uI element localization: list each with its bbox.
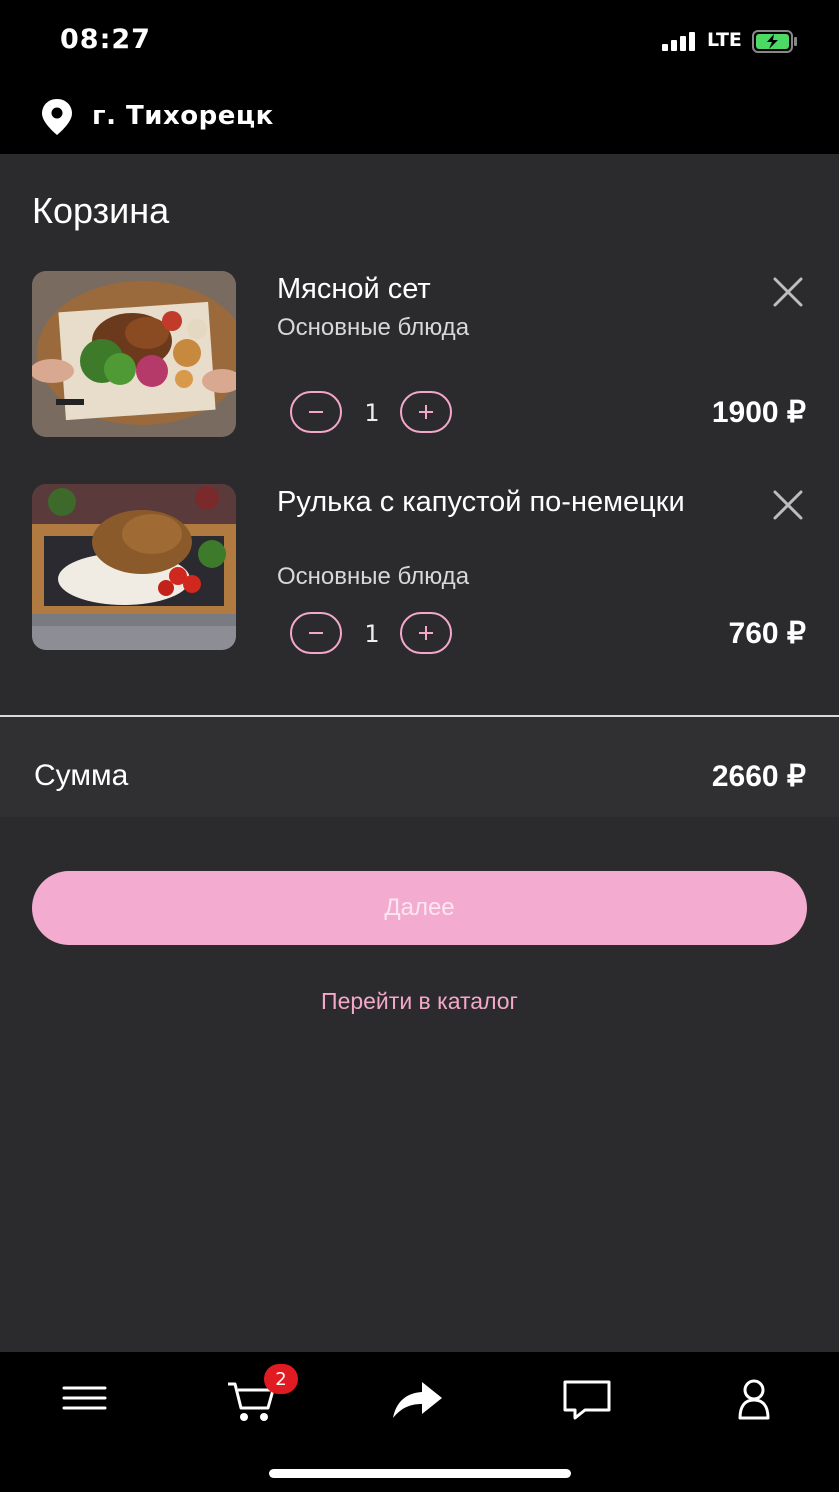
sum-value: 2660 ₽ <box>711 760 806 793</box>
status-time: 08:27 <box>60 24 151 55</box>
close-icon <box>773 277 803 307</box>
menu-icon <box>62 1386 107 1410</box>
location-pin-icon <box>40 98 74 140</box>
decrease-quantity-button[interactable] <box>290 391 342 433</box>
remove-item-button[interactable] <box>770 487 806 523</box>
network-type: LTE <box>707 29 742 51</box>
profile-icon <box>738 1379 770 1420</box>
pork-knuckle-photo <box>32 484 236 650</box>
status-bar: 08:27 LTE <box>0 0 839 82</box>
plus-icon <box>419 626 433 640</box>
chat-icon <box>563 1380 611 1420</box>
item-category: Основные блюда <box>277 314 470 341</box>
signal-icon <box>662 31 702 51</box>
battery-icon <box>752 30 798 53</box>
sum-row: Сумма 2660 ₽ <box>0 717 839 817</box>
decrease-quantity-button[interactable] <box>290 612 342 654</box>
item-quantity: 1 <box>364 399 380 427</box>
increase-quantity-button[interactable] <box>400 612 452 654</box>
next-button[interactable]: Далее <box>32 871 807 945</box>
sum-label: Сумма <box>34 759 129 792</box>
item-category: Основные блюда <box>277 563 470 590</box>
meat-platter-photo <box>32 271 236 437</box>
tab-chat[interactable] <box>557 1368 617 1428</box>
tab-profile[interactable] <box>724 1368 784 1428</box>
item-price: 1900 ₽ <box>711 396 806 429</box>
location-bar[interactable]: г. Тихорецк <box>0 82 839 154</box>
item-price: 760 ₽ <box>728 617 806 650</box>
remove-item-button[interactable] <box>770 274 806 310</box>
cart-item: Рулька с капустой по-немецки Основные бл… <box>0 484 839 684</box>
cart-count-badge: 2 <box>264 1364 298 1394</box>
tab-share[interactable] <box>388 1368 448 1428</box>
city-name: г. Тихорецк <box>92 101 274 131</box>
increase-quantity-button[interactable] <box>400 391 452 433</box>
close-icon <box>773 490 803 520</box>
minus-icon <box>309 632 323 634</box>
tab-bar: 2 <box>0 1352 839 1492</box>
share-icon <box>393 1382 442 1418</box>
cart-item: Мясной сет Основные блюда 1 1900 ₽ <box>0 271 839 471</box>
item-name: Рулька с капустой по-немецки <box>277 486 685 518</box>
minus-icon <box>309 411 323 413</box>
plus-icon <box>419 405 433 419</box>
go-to-catalog-link[interactable]: Перейти в каталог <box>0 988 839 1015</box>
cart-screen: Корзина Мясной сет Основные блюда 1 1900… <box>0 154 839 1352</box>
page-title: Корзина <box>32 190 170 231</box>
item-name: Мясной сет <box>277 273 431 305</box>
tab-menu[interactable] <box>55 1368 115 1428</box>
home-indicator <box>269 1469 571 1478</box>
item-quantity: 1 <box>364 620 380 648</box>
